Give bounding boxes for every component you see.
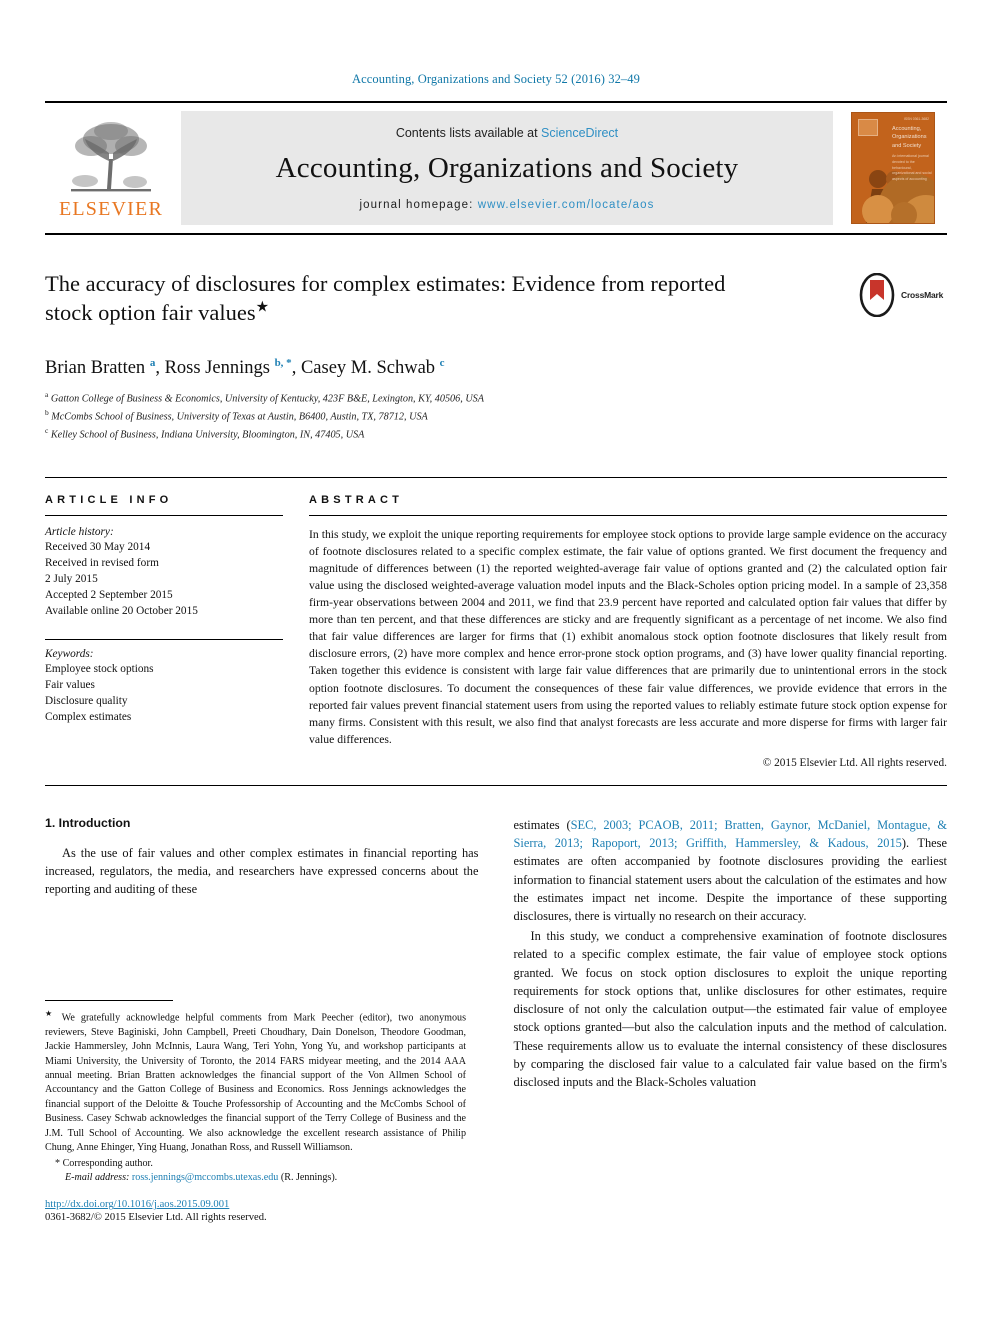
email-note: E-mail address: ross.jennings@mccombs.ut… [45, 1171, 466, 1185]
article-info-divider [45, 514, 283, 516]
affiliation-text: Gatton College of Business & Economics, … [50, 393, 485, 405]
email-owner: (R. Jennings). [280, 1172, 338, 1183]
affiliation-marker: c [45, 425, 49, 435]
page-title: The accuracy of disclosures for complex … [45, 269, 745, 328]
publisher-logo: ELSEVIER [45, 103, 177, 233]
abstract-column: ABSTRACT In this study, we exploit the u… [309, 494, 947, 769]
acknowledgement-text: We gratefully acknowledge helpful commen… [45, 1012, 467, 1154]
journal-cover-thumbnail: ISSN 0361-3682 Accounting, Organizations… [851, 112, 935, 224]
history-line: Available online 20 October 2015 [45, 604, 198, 617]
affiliation-item: c Kelley School of Business, Indiana Uni… [45, 425, 947, 443]
abstract-heading: ABSTRACT [309, 493, 404, 506]
title-footnote-marker: ★ [255, 299, 270, 316]
crossmark-badge[interactable]: CrossMark [857, 271, 947, 319]
journal-masthead: ELSEVIER Contents lists available at Sci… [45, 101, 947, 235]
affiliation-text: McCombs School of Business, University o… [51, 411, 428, 423]
section-heading-introduction: 1. Introduction [45, 815, 131, 830]
affiliation-list: a Gatton College of Business & Economics… [45, 389, 947, 443]
info-and-abstract: ARTICLE INFO Article history: Received 3… [45, 476, 947, 769]
author-list: Brian Bratten a, Ross Jennings b, *, Cas… [45, 357, 445, 379]
corresponding-author-text: Corresponding author. [62, 1157, 153, 1169]
sciencedirect-link[interactable]: ScienceDirect [541, 126, 618, 140]
email-label: E-mail address: [65, 1172, 130, 1183]
cover-journal-subtitle: An international journal devoted to the … [892, 154, 932, 181]
paragraph-lead: estimates ( [513, 817, 571, 832]
keywords-divider [45, 638, 283, 640]
issn-copyright-line: 0361-3682/© 2015 Elsevier Ltd. All right… [45, 1212, 267, 1224]
cover-corner-text: ISSN 0361-3682 [903, 117, 929, 121]
affiliation-text: Kelley School of Business, Indiana Unive… [50, 429, 365, 441]
article-history-label: Article history: [45, 525, 114, 538]
crossmark-icon [859, 273, 895, 317]
history-line: Received in revised form [45, 556, 159, 569]
homepage-url-link[interactable]: www.elsevier.com/locate/aos [478, 199, 655, 211]
journal-cover-holder: ISSN 0361-3682 Accounting, Organizations… [839, 103, 947, 233]
corresponding-marker: * [55, 1157, 61, 1169]
journal-article-page: Accounting, Organizations and Society 52… [0, 0, 992, 1323]
contents-prefix: Contents lists available at [395, 125, 542, 140]
paper-title-text: The accuracy of disclosures for complex … [45, 271, 726, 326]
masthead-center: Contents lists available at ScienceDirec… [181, 111, 833, 225]
history-line: Accepted 2 September 2015 [45, 588, 173, 601]
affiliation-marker: b [45, 408, 49, 418]
affiliation-item: b McCombs School of Business, University… [45, 407, 947, 425]
acknowledgement-footnote: ★ We gratefully acknowledge helpful comm… [45, 1008, 466, 1156]
abstract-divider [309, 514, 947, 516]
body-paragraph: In this study, we conduct a comprehensiv… [513, 929, 948, 1090]
keyword-item: Complex estimates [45, 711, 132, 724]
body-column-right: estimates (SEC, 2003; PCAOB, 2011; Bratt… [514, 816, 948, 1094]
doi-block: http://dx.doi.org/10.1016/j.aos.2015.09.… [45, 1199, 466, 1223]
contents-available-line: Contents lists available at ScienceDirec… [396, 126, 618, 140]
keywords-label: Keywords: [45, 647, 94, 660]
homepage-prefix: journal homepage: [359, 198, 478, 211]
cover-elsevier-mark [858, 119, 878, 136]
abstract-copyright: © 2015 Elsevier Ltd. All rights reserved… [762, 756, 947, 769]
elsevier-tree-icon [71, 122, 151, 192]
cover-journal-title: Accounting, Organizations and Society [892, 126, 927, 149]
abstract-text: In this study, we exploit the unique rep… [309, 527, 947, 746]
affiliation-item: a Gatton College of Business & Economics… [45, 389, 947, 407]
title-block: The accuracy of disclosures for complex … [45, 269, 947, 335]
elsevier-wordmark: ELSEVIER [58, 198, 164, 220]
doi-link[interactable]: http://dx.doi.org/10.1016/j.aos.2015.09.… [45, 1199, 466, 1210]
body-paragraph: As the use of fair values and other comp… [45, 845, 479, 897]
email-address-link[interactable]: ross.jennings@mccombs.utexas.edu [132, 1172, 278, 1183]
article-info-column: ARTICLE INFO Article history: Received 3… [45, 494, 283, 769]
journal-title: Accounting, Organizations and Society [275, 151, 739, 184]
footnote-block: ★ We gratefully acknowledge helpful comm… [45, 1000, 466, 1223]
history-line: 2 July 2015 [45, 572, 98, 585]
keyword-item: Employee stock options [45, 662, 154, 675]
keyword-item: Disclosure quality [45, 695, 128, 708]
running-head: Accounting, Organizations and Society 52… [351, 72, 640, 86]
citation-group[interactable]: SEC, 2003; PCAOB, 2011; Bratten, Gaynor,… [514, 818, 948, 850]
history-line: Received 30 May 2014 [45, 540, 151, 553]
keyword-item: Fair values [45, 679, 95, 692]
crossmark-label: CrossMark [901, 290, 944, 300]
abstract-bottom-divider [45, 784, 947, 786]
body-paragraph: estimates (SEC, 2003; PCAOB, 2011; Bratt… [514, 816, 948, 925]
journal-homepage-line: journal homepage: www.elsevier.com/locat… [360, 199, 655, 211]
footnote-divider [45, 1000, 173, 1001]
affiliation-marker: a [45, 390, 49, 400]
corresponding-author-note: * Corresponding author. [45, 1157, 466, 1171]
article-info-heading: ARTICLE INFO [45, 493, 173, 506]
acknowledgement-marker: ★ [45, 1009, 56, 1018]
